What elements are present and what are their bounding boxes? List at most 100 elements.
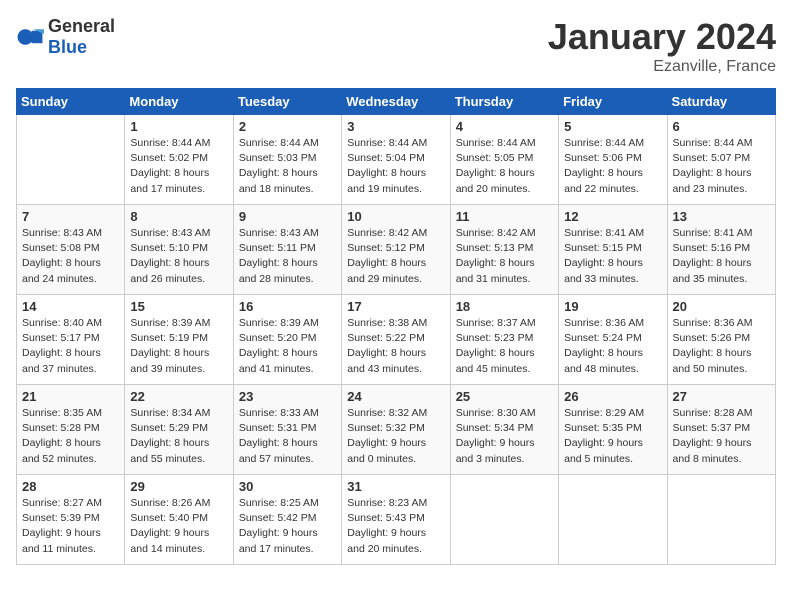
day-number: 6 — [673, 119, 770, 134]
day-number: 8 — [130, 209, 227, 224]
calendar-cell: 23 Sunrise: 8:33 AMSunset: 5:31 PMDayligh… — [233, 385, 341, 475]
calendar-cell: 5Sunrise: 8:44 AMSunset: 5:06 PMDaylight… — [559, 115, 667, 205]
col-header-tuesday: Tuesday — [233, 89, 341, 115]
col-header-saturday: Saturday — [667, 89, 775, 115]
day-info: Sunrise: 8:36 AMSunset: 5:26 PMDaylight:… — [673, 316, 770, 377]
calendar-cell: 1 Sunrise: 8:44 AMSunset: 5:02 PMDaylight… — [125, 115, 233, 205]
day-info: Sunrise: 8:35 AMSunset: 5:28 PMDaylight:… — [22, 406, 119, 467]
day-info: Sunrise: 8:43 AMSunset: 5:11 PMDaylight:… — [239, 226, 336, 287]
day-info: Sunrise: 8:23 AMSunset: 5:43 PMDaylight:… — [347, 496, 444, 557]
day-info: Sunrise: 8:39 AMSunset: 5:19 PMDaylight:… — [130, 316, 227, 377]
logo-text-general: General — [48, 16, 115, 36]
day-number: 22 — [130, 389, 227, 404]
location-title: Ezanville, France — [548, 58, 776, 76]
day-number: 26 — [564, 389, 661, 404]
week-row-3: 14Sunrise: 8:40 AMSunset: 5:17 PMDayligh… — [17, 295, 776, 385]
day-info: Sunrise: 8:27 AMSunset: 5:39 PMDaylight:… — [22, 496, 119, 557]
calendar-cell — [17, 115, 125, 205]
day-number: 2 — [239, 119, 336, 134]
month-title: January 2024 — [548, 16, 776, 58]
calendar-cell: 21Sunrise: 8:35 AMSunset: 5:28 PMDayligh… — [17, 385, 125, 475]
calendar-body: 1 Sunrise: 8:44 AMSunset: 5:02 PMDaylight… — [17, 115, 776, 565]
calendar-cell: 20 Sunrise: 8:36 AMSunset: 5:26 PMDayligh… — [667, 295, 775, 385]
col-header-sunday: Sunday — [17, 89, 125, 115]
day-info: Sunrise: 8:25 AMSunset: 5:42 PMDaylight:… — [239, 496, 336, 557]
calendar-cell: 14Sunrise: 8:40 AMSunset: 5:17 PMDayligh… — [17, 295, 125, 385]
calendar-cell: 27Sunrise: 8:28 AMSunset: 5:37 PMDayligh… — [667, 385, 775, 475]
calendar-cell: 16 Sunrise: 8:39 AMSunset: 5:20 PMDayligh… — [233, 295, 341, 385]
day-info: Sunrise: 8:42 AMSunset: 5:12 PMDaylight:… — [347, 226, 444, 287]
day-info: Sunrise: 8:43 AMSunset: 5:10 PMDaylight:… — [130, 226, 227, 287]
day-number: 30 — [239, 479, 336, 494]
calendar-cell: 29 Sunrise: 8:26 AMSunset: 5:40 PMDayligh… — [125, 475, 233, 565]
day-number: 16 — [239, 299, 336, 314]
day-number: 17 — [347, 299, 444, 314]
calendar-cell: 28Sunrise: 8:27 AMSunset: 5:39 PMDayligh… — [17, 475, 125, 565]
logo-text-blue: Blue — [48, 37, 87, 57]
day-number: 3 — [347, 119, 444, 134]
day-number: 15 — [130, 299, 227, 314]
day-number: 5 — [564, 119, 661, 134]
calendar-cell: 24 Sunrise: 8:32 AMSunset: 5:32 PMDayligh… — [342, 385, 450, 475]
calendar-cell: 11Sunrise: 8:42 AMSunset: 5:13 PMDayligh… — [450, 205, 558, 295]
calendar-cell: 26 Sunrise: 8:29 AMSunset: 5:35 PMDayligh… — [559, 385, 667, 475]
calendar-cell: 3 Sunrise: 8:44 AMSunset: 5:04 PMDaylight… — [342, 115, 450, 205]
col-header-wednesday: Wednesday — [342, 89, 450, 115]
day-number: 31 — [347, 479, 444, 494]
day-number: 19 — [564, 299, 661, 314]
day-number: 20 — [673, 299, 770, 314]
calendar-cell — [450, 475, 558, 565]
day-info: Sunrise: 8:38 AMSunset: 5:22 PMDaylight:… — [347, 316, 444, 377]
calendar-table: SundayMondayTuesdayWednesdayThursdayFrid… — [16, 88, 776, 565]
calendar-cell: 6Sunrise: 8:44 AMSunset: 5:07 PMDaylight… — [667, 115, 775, 205]
day-info: Sunrise: 8:32 AMSunset: 5:32 PMDaylight:… — [347, 406, 444, 467]
day-number: 14 — [22, 299, 119, 314]
col-header-friday: Friday — [559, 89, 667, 115]
calendar-cell: 7 Sunrise: 8:43 AMSunset: 5:08 PMDaylight… — [17, 205, 125, 295]
logo-icon — [16, 23, 44, 51]
calendar-cell: 4 Sunrise: 8:44 AMSunset: 5:05 PMDaylight… — [450, 115, 558, 205]
week-row-5: 28Sunrise: 8:27 AMSunset: 5:39 PMDayligh… — [17, 475, 776, 565]
day-info: Sunrise: 8:44 AMSunset: 5:02 PMDaylight:… — [130, 136, 227, 197]
day-info: Sunrise: 8:44 AMSunset: 5:03 PMDaylight:… — [239, 136, 336, 197]
day-info: Sunrise: 8:42 AMSunset: 5:13 PMDaylight:… — [456, 226, 553, 287]
day-number: 4 — [456, 119, 553, 134]
calendar-cell: 12 Sunrise: 8:41 AMSunset: 5:15 PMDayligh… — [559, 205, 667, 295]
day-number: 18 — [456, 299, 553, 314]
day-number: 27 — [673, 389, 770, 404]
day-number: 29 — [130, 479, 227, 494]
calendar-cell: 31 Sunrise: 8:23 AMSunset: 5:43 PMDayligh… — [342, 475, 450, 565]
col-header-monday: Monday — [125, 89, 233, 115]
week-row-2: 7 Sunrise: 8:43 AMSunset: 5:08 PMDaylight… — [17, 205, 776, 295]
day-number: 10 — [347, 209, 444, 224]
day-info: Sunrise: 8:34 AMSunset: 5:29 PMDaylight:… — [130, 406, 227, 467]
calendar-cell: 18 Sunrise: 8:37 AMSunset: 5:23 PMDayligh… — [450, 295, 558, 385]
day-number: 9 — [239, 209, 336, 224]
day-info: Sunrise: 8:44 AMSunset: 5:04 PMDaylight:… — [347, 136, 444, 197]
day-info: Sunrise: 8:26 AMSunset: 5:40 PMDaylight:… — [130, 496, 227, 557]
day-number: 23 — [239, 389, 336, 404]
day-info: Sunrise: 8:41 AMSunset: 5:16 PMDaylight:… — [673, 226, 770, 287]
calendar-cell: 30 Sunrise: 8:25 AMSunset: 5:42 PMDayligh… — [233, 475, 341, 565]
day-info: Sunrise: 8:37 AMSunset: 5:23 PMDaylight:… — [456, 316, 553, 377]
day-info: Sunrise: 8:39 AMSunset: 5:20 PMDaylight:… — [239, 316, 336, 377]
day-info: Sunrise: 8:33 AMSunset: 5:31 PMDaylight:… — [239, 406, 336, 467]
day-number: 12 — [564, 209, 661, 224]
day-info: Sunrise: 8:30 AMSunset: 5:34 PMDaylight:… — [456, 406, 553, 467]
week-row-4: 21Sunrise: 8:35 AMSunset: 5:28 PMDayligh… — [17, 385, 776, 475]
calendar-cell: 9 Sunrise: 8:43 AMSunset: 5:11 PMDaylight… — [233, 205, 341, 295]
col-header-thursday: Thursday — [450, 89, 558, 115]
calendar-cell: 17 Sunrise: 8:38 AMSunset: 5:22 PMDayligh… — [342, 295, 450, 385]
calendar-cell: 22 Sunrise: 8:34 AMSunset: 5:29 PMDayligh… — [125, 385, 233, 475]
day-number: 13 — [673, 209, 770, 224]
day-number: 1 — [130, 119, 227, 134]
day-info: Sunrise: 8:44 AMSunset: 5:05 PMDaylight:… — [456, 136, 553, 197]
day-number: 7 — [22, 209, 119, 224]
day-number: 25 — [456, 389, 553, 404]
day-info: Sunrise: 8:29 AMSunset: 5:35 PMDaylight:… — [564, 406, 661, 467]
calendar-cell: 25 Sunrise: 8:30 AMSunset: 5:34 PMDayligh… — [450, 385, 558, 475]
day-number: 24 — [347, 389, 444, 404]
day-info: Sunrise: 8:43 AMSunset: 5:08 PMDaylight:… — [22, 226, 119, 287]
calendar-cell — [559, 475, 667, 565]
day-info: Sunrise: 8:41 AMSunset: 5:15 PMDaylight:… — [564, 226, 661, 287]
